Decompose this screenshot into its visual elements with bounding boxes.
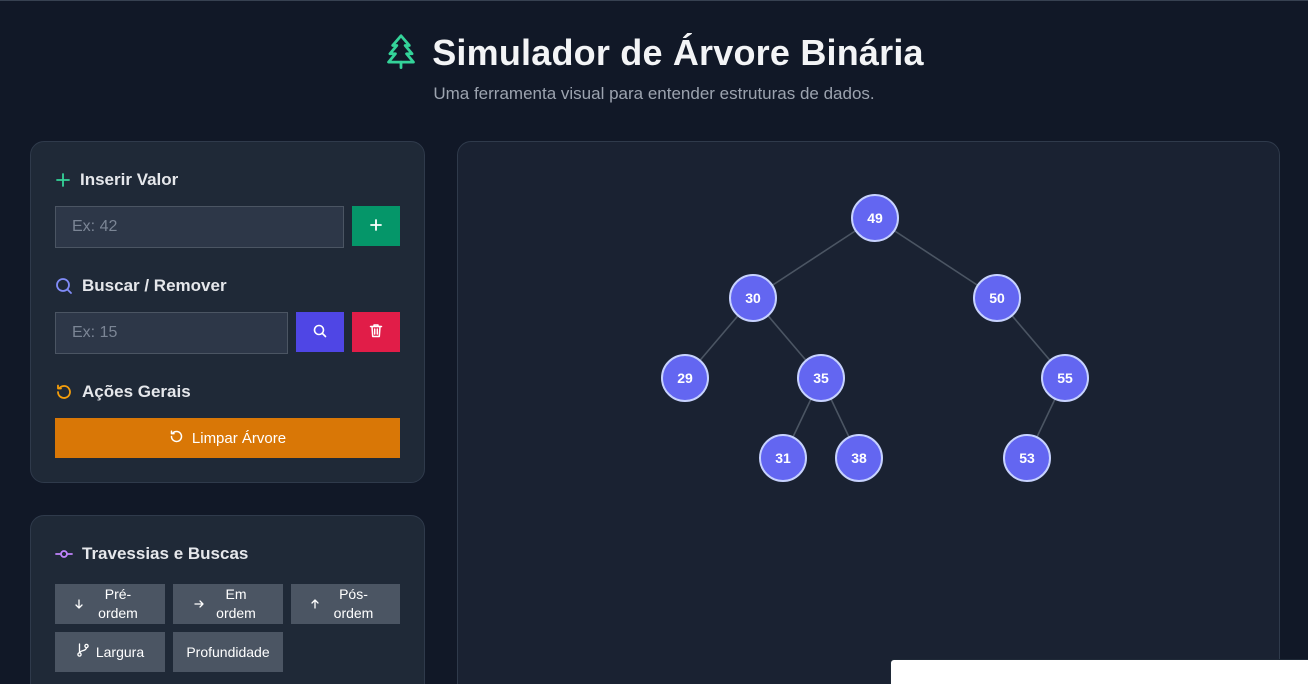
remove-button[interactable] [352,312,400,352]
clear-tree-button[interactable]: Limpar Árvore [55,418,400,458]
bfs-button[interactable]: Largura [55,632,165,672]
tree-node-label: 29 [677,370,693,386]
tree-visualization: 49 30 50 29 35 55 31 38 53 [661,194,1089,482]
actions-section-title: Ações Gerais [55,382,191,402]
tree-node-label: 38 [851,450,867,466]
tree-node-label: 30 [745,290,761,306]
tree-node-53[interactable]: 53 [1003,434,1051,482]
arrow-down-icon [74,595,84,614]
postorder-label: Pós-ordem [333,586,374,621]
dfs-button[interactable]: Profundidade [173,632,283,672]
controls-panel: Inserir Valor Buscar / Remover Ações Ger… [30,141,425,483]
page-title: Simulador de Árvore Binária [432,32,924,73]
tree-node-31[interactable]: 31 [759,434,807,482]
insert-button[interactable] [352,206,400,246]
tree-node-29[interactable]: 29 [661,354,709,402]
tree-node-label: 53 [1019,450,1035,466]
preorder-button[interactable]: Pré-ordem [55,584,165,624]
clear-tree-label: Limpar Árvore [191,429,287,447]
page-header: Simulador de Árvore Binária Uma ferramen… [0,30,1308,104]
tree-node-30[interactable]: 30 [729,274,777,322]
tree-edges [684,217,1066,459]
insert-section-title: Inserir Valor [55,170,178,190]
bfs-label: Largura [95,643,145,660]
tree-node-label: 49 [867,210,883,226]
reset-icon [169,429,184,448]
plus-icon [369,218,383,235]
tree-node-35[interactable]: 35 [797,354,845,402]
tree-node-label: 31 [775,450,791,466]
postorder-button[interactable]: Pós-ordem [291,584,400,624]
actions-title: Ações Gerais [82,382,191,401]
title-row: Simulador de Árvore Binária [0,30,1308,76]
commit-icon [55,548,73,560]
tree-canvas: 49 30 50 29 35 55 31 38 53 [457,141,1280,684]
tree-node-38[interactable]: 38 [835,434,883,482]
arrow-up-icon [310,595,320,614]
reset-icon [55,383,73,401]
overlay-panel [890,659,1308,684]
tree-node-label: 35 [813,370,829,386]
traversal-panel: Travessias e Buscas Pré-ordem Em ordem P… [30,515,425,684]
arrow-right-icon [194,595,204,614]
preorder-label: Pré-ordem [98,586,138,621]
insert-title: Inserir Valor [80,170,179,189]
search-icon [313,324,327,341]
tree-node-49[interactable]: 49 [851,194,899,242]
search-icon [55,277,73,295]
dfs-label: Profundidade [186,643,270,660]
trash-icon [369,323,383,341]
tree-node-label: 55 [1057,370,1073,386]
search-section-title: Buscar / Remover [55,276,227,296]
git-branch-icon [76,642,90,662]
traversal-title: Travessias e Buscas [82,544,249,563]
search-title: Buscar / Remover [82,276,227,295]
traversal-section-title: Travessias e Buscas [55,544,248,564]
search-button[interactable] [296,312,344,352]
inorder-label: Em ordem [216,586,256,621]
window-top-border [0,0,1308,1]
tree-node-label: 50 [989,290,1005,306]
search-value-input[interactable] [55,312,288,354]
tree-node-50[interactable]: 50 [973,274,1021,322]
tree-node-55[interactable]: 55 [1041,354,1089,402]
tree-icon [384,33,418,74]
inorder-button[interactable]: Em ordem [173,584,283,624]
insert-value-input[interactable] [55,206,344,248]
plus-icon [55,172,71,188]
page-subtitle: Uma ferramenta visual para entender estr… [433,84,875,103]
